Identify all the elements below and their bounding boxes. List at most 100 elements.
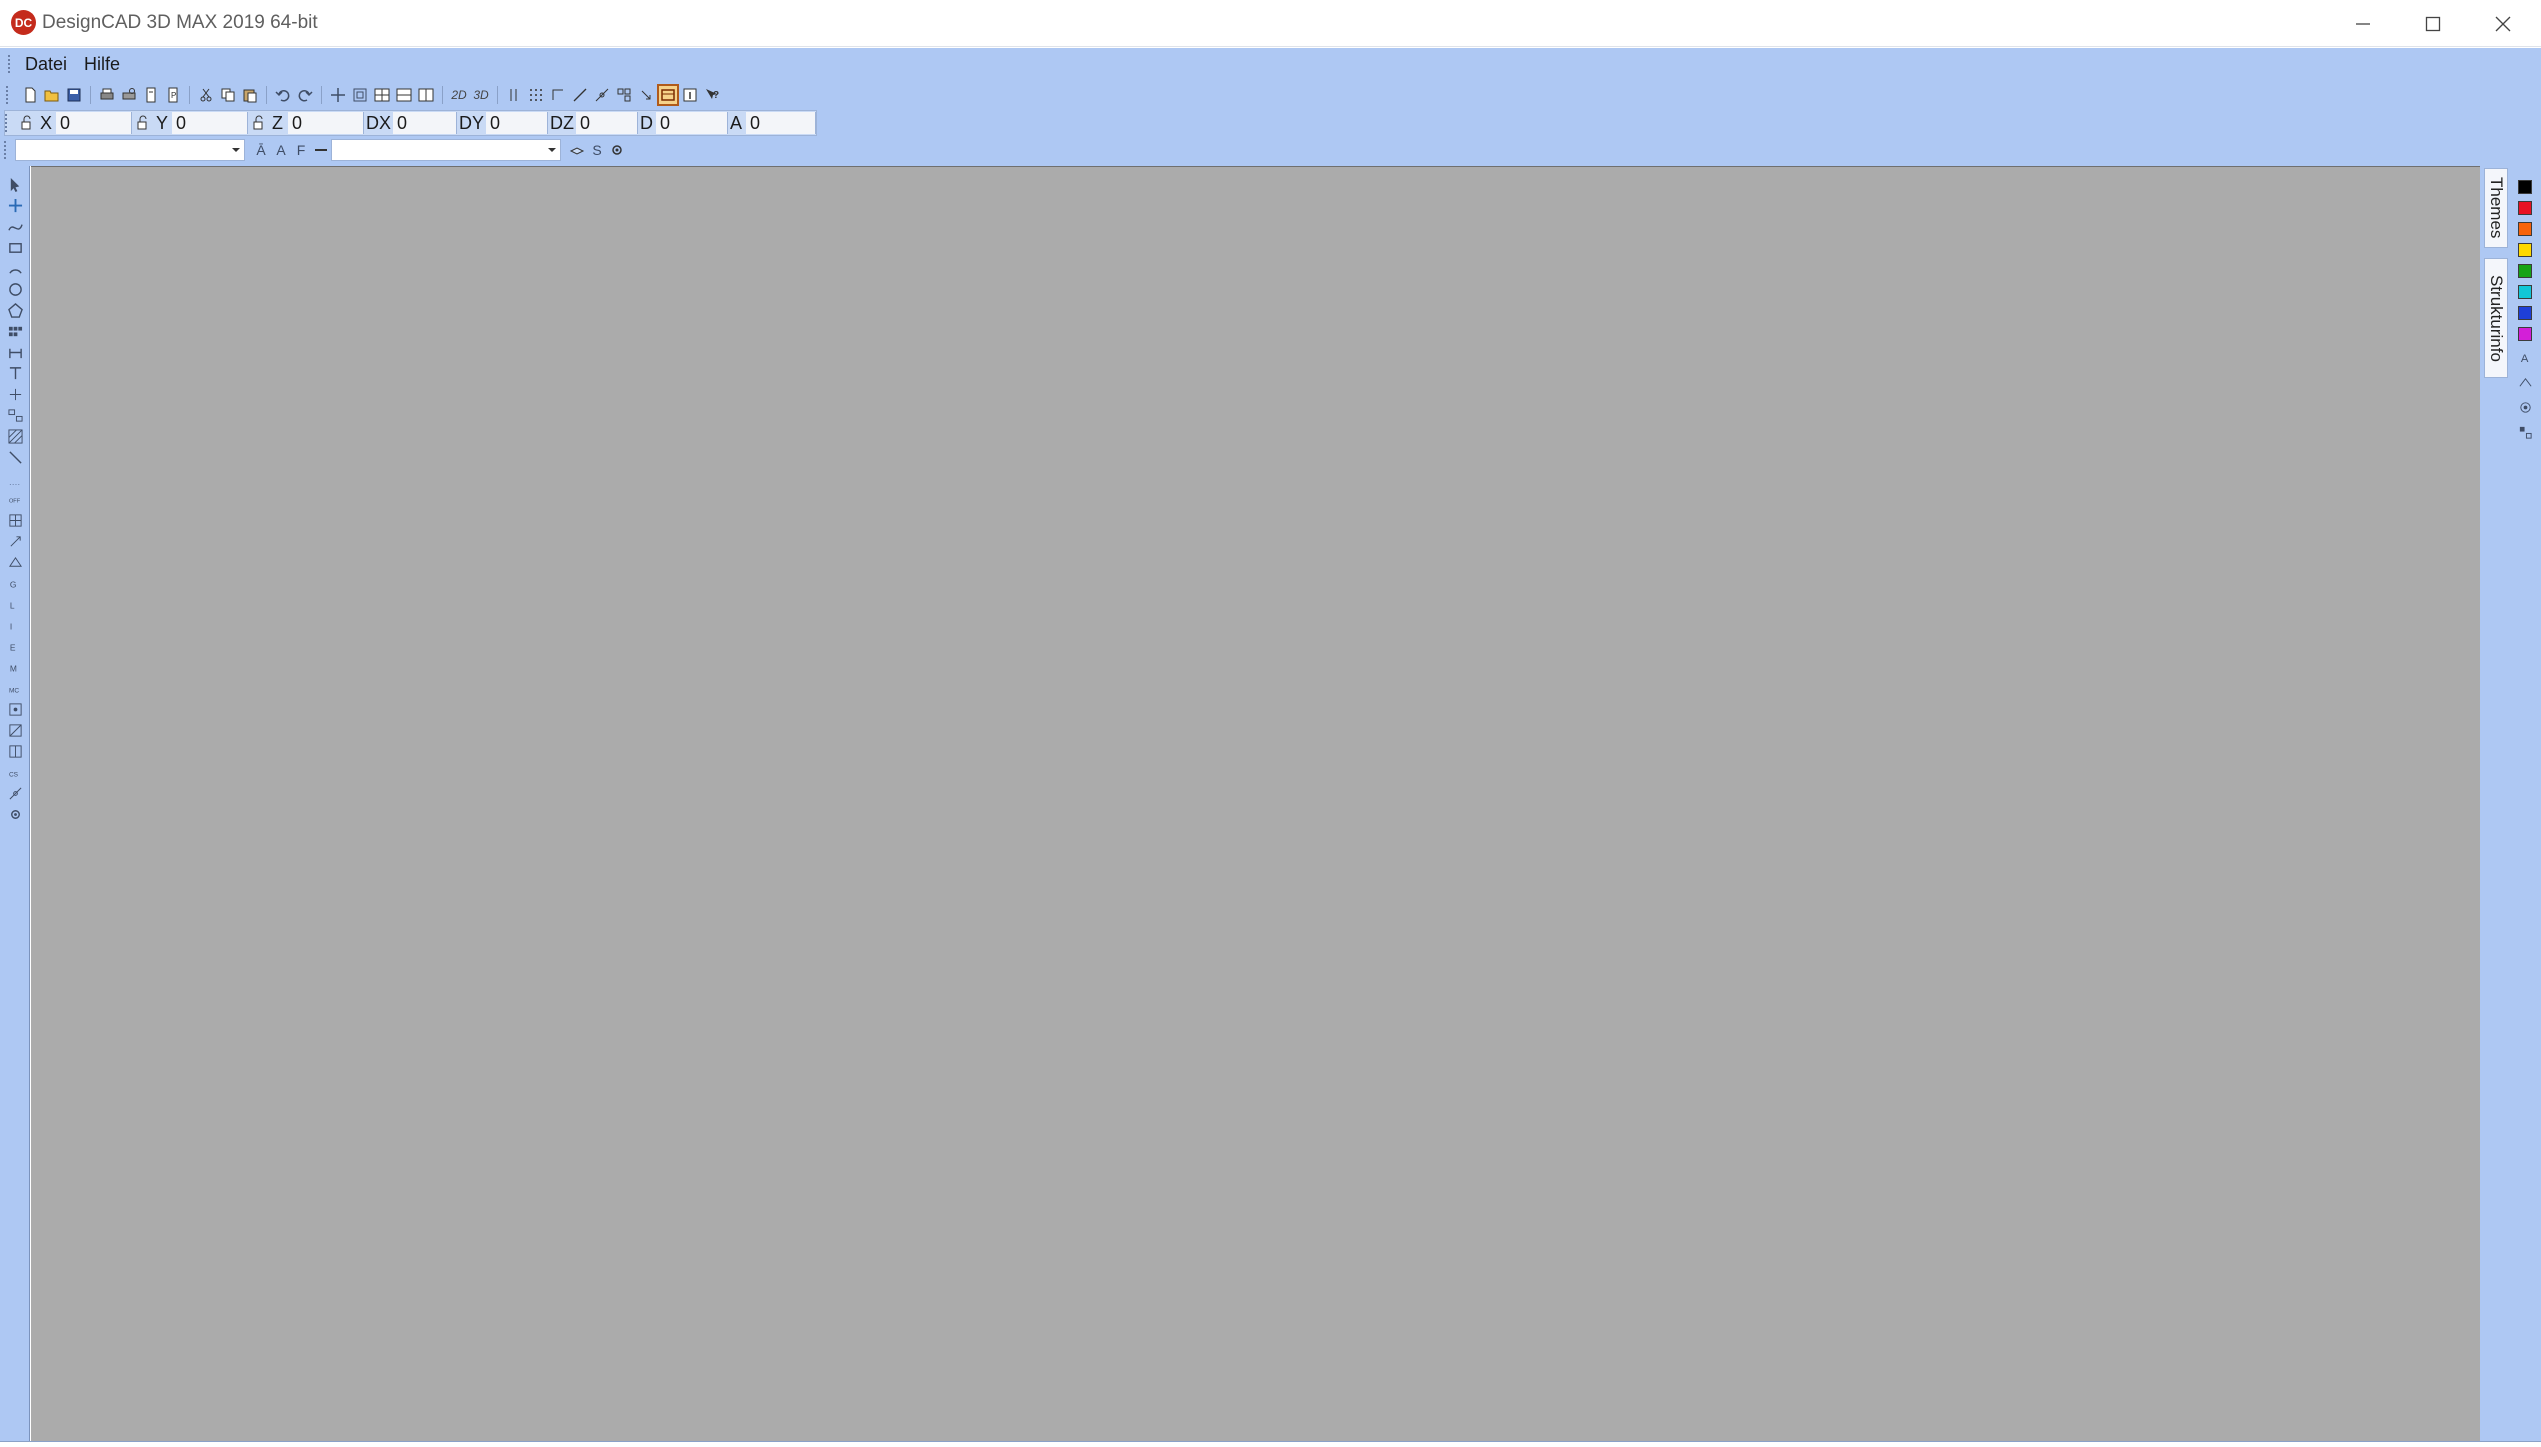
page-setup-icon[interactable] [142, 86, 160, 104]
zoom-window-icon[interactable] [351, 86, 369, 104]
text-icon[interactable] [6, 365, 24, 381]
color-swatch-black[interactable] [2518, 180, 2532, 194]
circle-icon[interactable] [6, 281, 24, 297]
maximize-button[interactable] [2398, 0, 2468, 47]
coord-dy-field[interactable]: 0 [486, 112, 549, 134]
info-icon[interactable] [681, 86, 699, 104]
text-size-icon[interactable]: Ā [251, 140, 271, 160]
color-settings-icon[interactable] [2517, 424, 2534, 441]
pan-icon[interactable] [329, 86, 347, 104]
tab-strukturinfo[interactable]: Strukturinfo [2484, 258, 2508, 378]
save-icon[interactable] [65, 86, 83, 104]
coord-y-field[interactable]: 0 [172, 112, 248, 134]
color-swatch-blue[interactable] [2518, 306, 2532, 320]
copy-icon[interactable] [219, 86, 237, 104]
coord-a-field[interactable]: 0 [746, 112, 817, 134]
coord-x-field[interactable]: 0 [56, 112, 132, 134]
mode-2d-button[interactable]: 2D [450, 86, 468, 104]
fill-color-icon[interactable] [2517, 399, 2534, 416]
snap-cs-icon[interactable]: CS [6, 764, 24, 780]
toggle-toolbox-button[interactable] [657, 84, 679, 106]
ortho-icon[interactable] [549, 86, 567, 104]
print-preview-icon[interactable] [120, 86, 138, 104]
move-icon[interactable] [6, 197, 24, 213]
undo-icon[interactable] [274, 86, 292, 104]
view-layout-3-icon[interactable] [417, 86, 435, 104]
array-icon[interactable] [6, 323, 24, 339]
snap-surface-icon[interactable] [6, 554, 24, 570]
color-swatch-cyan[interactable] [2518, 285, 2532, 299]
lock-icon[interactable] [16, 114, 38, 132]
hatch-icon[interactable] [6, 428, 24, 444]
print-icon[interactable] [98, 86, 116, 104]
minimize-button[interactable] [2328, 0, 2398, 47]
snap-point-icon[interactable] [6, 533, 24, 549]
new-file-icon[interactable] [21, 86, 39, 104]
coord-d-field[interactable]: 0 [656, 112, 729, 134]
tab-themes[interactable]: Themes [2484, 168, 2508, 248]
select-icon[interactable] [6, 176, 24, 192]
snap-i-icon[interactable]: I [6, 617, 24, 633]
point-icon[interactable] [6, 386, 24, 402]
snap-e-icon[interactable]: E [6, 638, 24, 654]
snap-s-icon[interactable]: S [587, 140, 607, 160]
lock-icon[interactable] [132, 114, 154, 132]
plot-icon[interactable]: P [164, 86, 182, 104]
snap-off-icon[interactable]: OFF [6, 491, 24, 507]
snap-grid-icon[interactable] [6, 512, 24, 528]
edit-line-icon[interactable] [593, 86, 611, 104]
snap-perp-icon[interactable] [6, 743, 24, 759]
color-swatch-orange[interactable] [2518, 222, 2532, 236]
drawing-canvas[interactable] [31, 166, 2480, 1441]
stylebar-grip[interactable] [4, 141, 7, 159]
dimension-icon[interactable] [6, 344, 24, 360]
group-icon[interactable] [615, 86, 633, 104]
snap-m-icon[interactable]: M [6, 659, 24, 675]
polygon-icon[interactable] [6, 302, 24, 318]
settings-icon[interactable] [607, 140, 627, 160]
snap-tangent-icon[interactable] [6, 722, 24, 738]
cut-icon[interactable] [197, 86, 215, 104]
toolbar-grip[interactable] [6, 476, 24, 492]
parallel-icon[interactable] [505, 86, 523, 104]
layer-combo[interactable] [15, 139, 245, 161]
paste-icon[interactable] [241, 86, 259, 104]
line-color-icon[interactable] [2517, 374, 2534, 391]
toolbar-grip[interactable] [6, 86, 9, 104]
color-swatch-yellow[interactable] [2518, 243, 2532, 257]
mode-3d-button[interactable]: 3D [472, 86, 490, 104]
curve-icon[interactable] [6, 218, 24, 234]
text-style-icon[interactable]: A [271, 140, 291, 160]
layer-manager-icon[interactable] [567, 140, 587, 160]
snap-center-icon[interactable] [6, 701, 24, 717]
snap-settings-icon[interactable] [6, 806, 24, 822]
text-color-icon[interactable]: A [2517, 349, 2534, 366]
view-layout-2-icon[interactable] [395, 86, 413, 104]
help-cursor-icon[interactable]: ? [703, 86, 721, 104]
open-file-icon[interactable] [43, 86, 61, 104]
box-icon[interactable] [6, 239, 24, 255]
snap-near-icon[interactable] [6, 785, 24, 801]
line-type-icon[interactable] [311, 140, 331, 160]
menu-datei[interactable]: Datei [19, 52, 78, 77]
snap-l-icon[interactable]: L [6, 596, 24, 612]
line-tool-icon[interactable] [571, 86, 589, 104]
lock-icon[interactable] [248, 114, 270, 132]
grid-icon[interactable] [527, 86, 545, 104]
color-swatch-red[interactable] [2518, 201, 2532, 215]
line-icon[interactable] [6, 449, 24, 465]
coord-z-field[interactable]: 0 [288, 112, 364, 134]
view-layout-1-icon[interactable] [373, 86, 391, 104]
small-arrow-icon[interactable] [637, 86, 655, 104]
snap-mc-icon[interactable]: MC [6, 680, 24, 696]
symbol-icon[interactable] [6, 407, 24, 423]
coord-dx-field[interactable]: 0 [393, 112, 458, 134]
close-button[interactable] [2468, 0, 2538, 47]
line-style-combo[interactable] [331, 139, 561, 161]
snap-g-icon[interactable]: G [6, 575, 24, 591]
redo-icon[interactable] [296, 86, 314, 104]
coordbar-grip[interactable] [5, 114, 8, 132]
color-swatch-magenta[interactable] [2518, 327, 2532, 341]
arc-icon[interactable] [6, 260, 24, 276]
coord-dz-field[interactable]: 0 [576, 112, 639, 134]
